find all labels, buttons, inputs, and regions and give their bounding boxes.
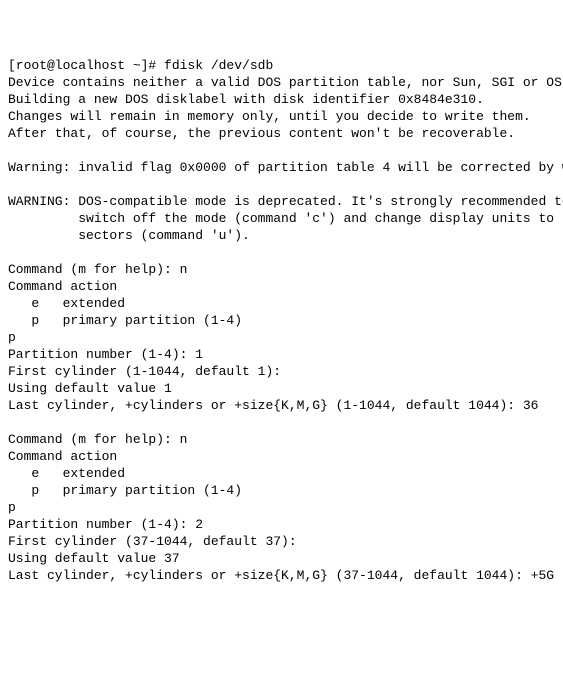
terminal-line: Last cylinder, +cylinders or +size{K,M,G… <box>8 567 555 584</box>
terminal-line: p <box>8 329 555 346</box>
terminal-line: First cylinder (1-1044, default 1): <box>8 363 555 380</box>
terminal-line: First cylinder (37-1044, default 37): <box>8 533 555 550</box>
terminal-line: e extended <box>8 295 555 312</box>
terminal-line <box>8 176 555 193</box>
terminal-line: p primary partition (1-4) <box>8 312 555 329</box>
terminal-line: After that, of course, the previous cont… <box>8 125 555 142</box>
terminal-line: Changes will remain in memory only, unti… <box>8 108 555 125</box>
terminal-line <box>8 142 555 159</box>
terminal-line: Building a new DOS disklabel with disk i… <box>8 91 555 108</box>
terminal-line: [root@localhost ~]# fdisk /dev/sdb <box>8 57 555 74</box>
terminal-line: Last cylinder, +cylinders or +size{K,M,G… <box>8 397 555 414</box>
terminal-line <box>8 414 555 431</box>
terminal-line: Device contains neither a valid DOS part… <box>8 74 555 91</box>
terminal-line: e extended <box>8 465 555 482</box>
terminal-line: Partition number (1-4): 2 <box>8 516 555 533</box>
terminal-output: [root@localhost ~]# fdisk /dev/sdbDevice… <box>8 57 555 584</box>
terminal-line: Using default value 1 <box>8 380 555 397</box>
terminal-line: Using default value 37 <box>8 550 555 567</box>
terminal-line: Command action <box>8 278 555 295</box>
terminal-line: Command action <box>8 448 555 465</box>
terminal-line: sectors (command 'u'). <box>8 227 555 244</box>
terminal-line: WARNING: DOS-compatible mode is deprecat… <box>8 193 555 210</box>
terminal-line: Command (m for help): n <box>8 431 555 448</box>
terminal-line <box>8 244 555 261</box>
terminal-line: Partition number (1-4): 1 <box>8 346 555 363</box>
terminal-line: Warning: invalid flag 0x0000 of partitio… <box>8 159 555 176</box>
terminal-line: Command (m for help): n <box>8 261 555 278</box>
terminal-line: p primary partition (1-4) <box>8 482 555 499</box>
terminal-line: switch off the mode (command 'c') and ch… <box>8 210 555 227</box>
